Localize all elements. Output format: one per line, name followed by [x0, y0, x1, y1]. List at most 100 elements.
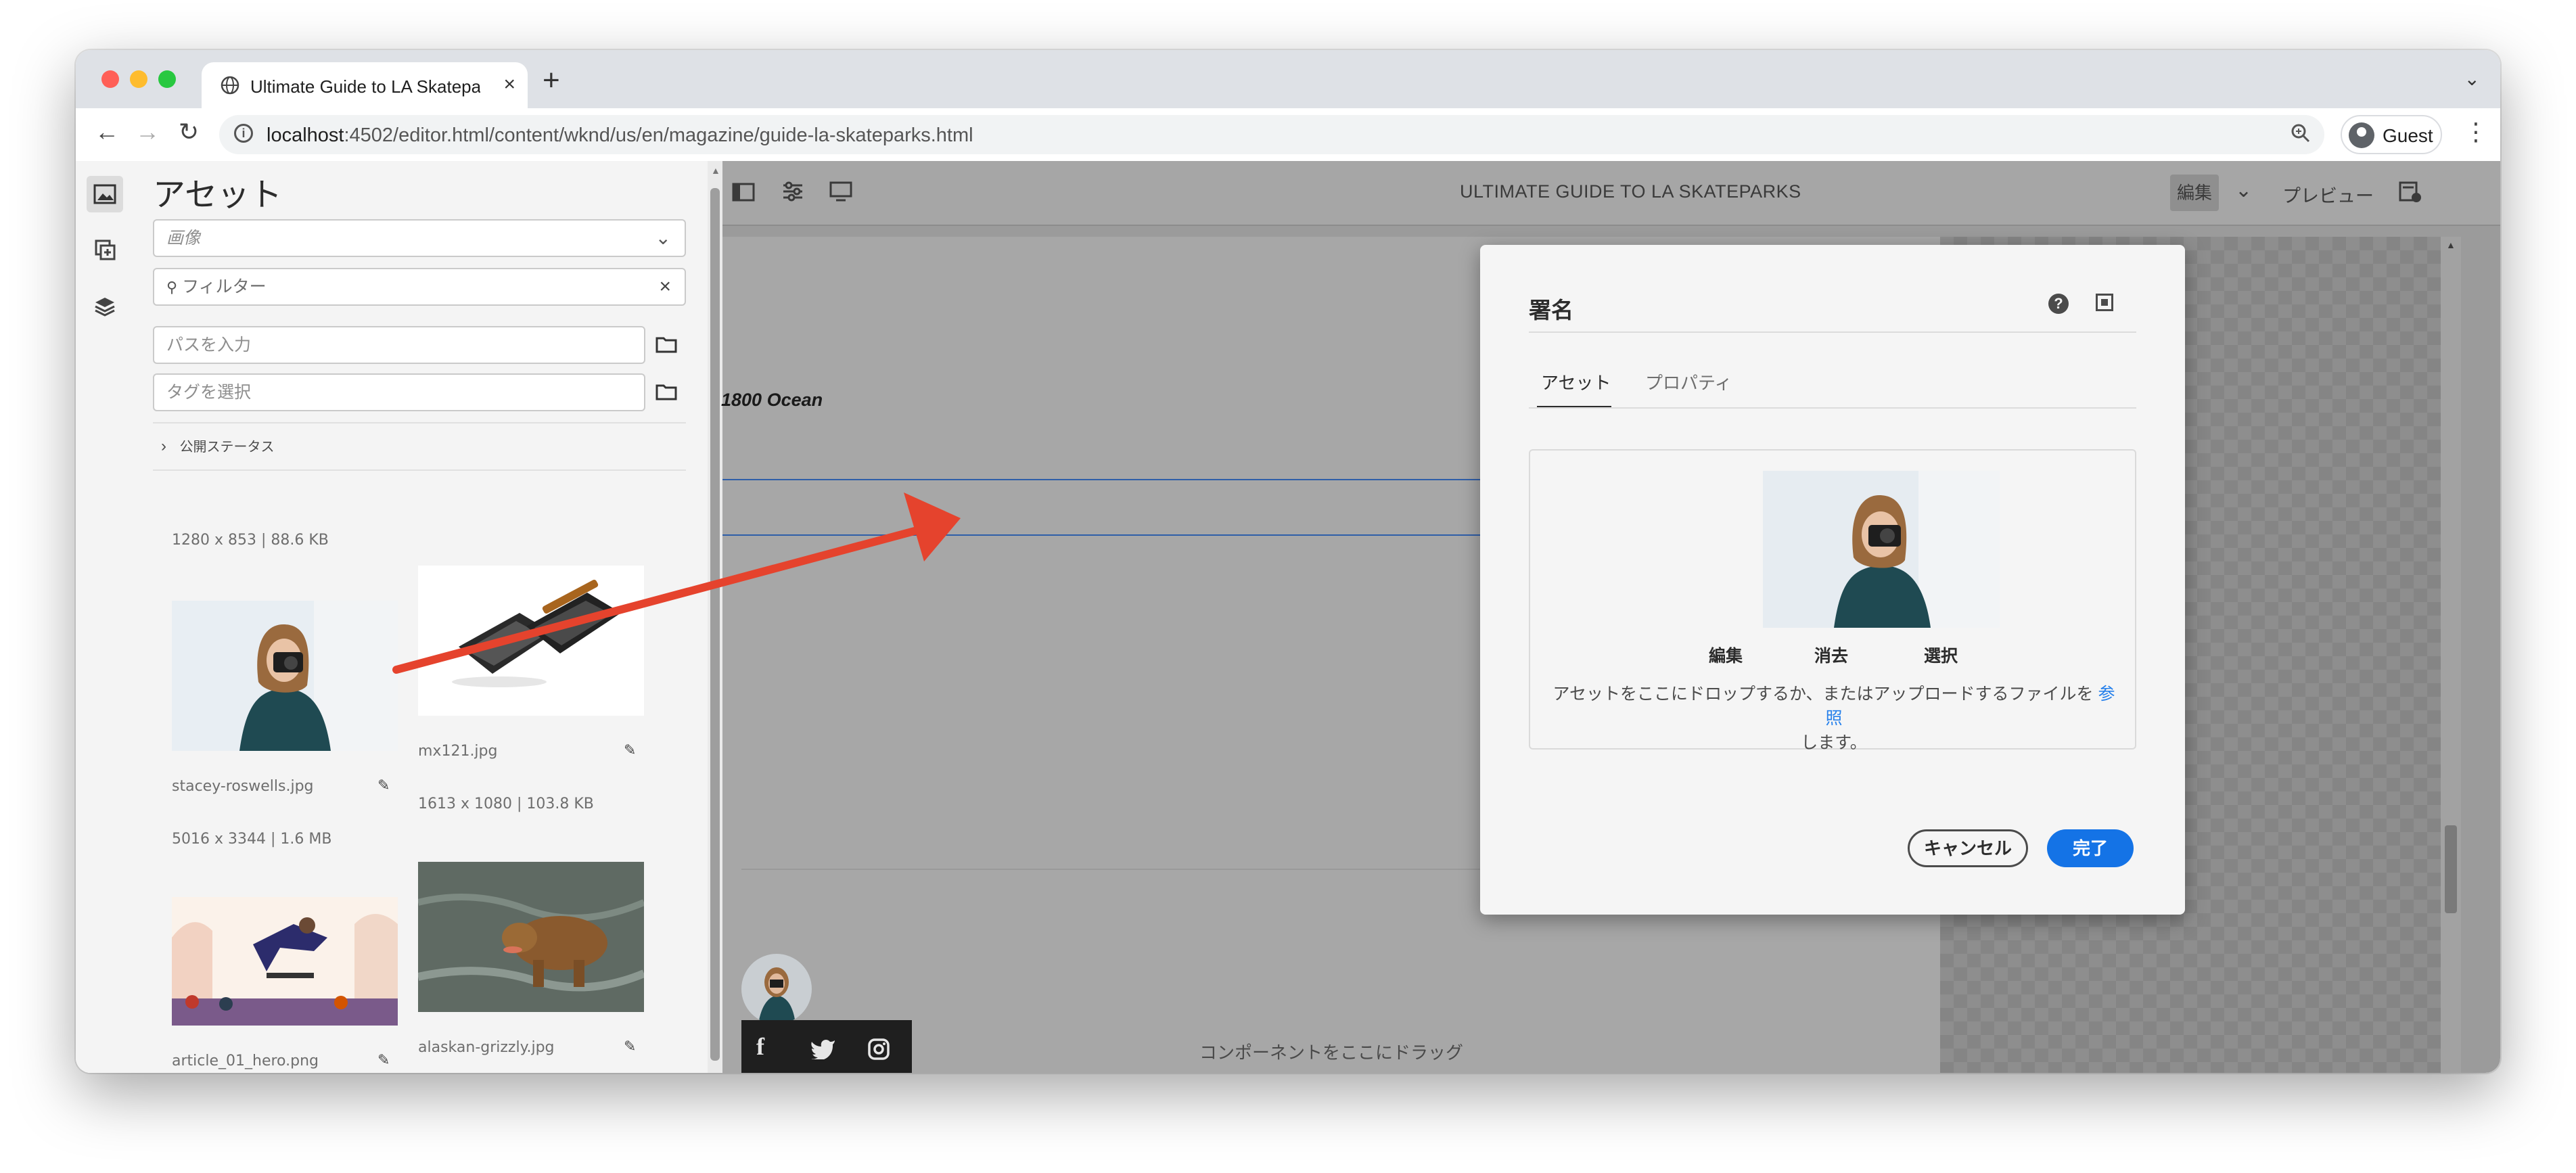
signature-dialog: 署名 ? アセット プロパティ 編集 消去 選択 アセットをここにドロップするか…	[1480, 245, 2185, 915]
edit-asset-pencil-icon[interactable]: ✎	[377, 777, 390, 794]
fullscreen-icon[interactable]	[2096, 294, 2113, 311]
filter-input[interactable]: ⚲ フィルター ×	[153, 268, 686, 306]
tab-title: Ultimate Guide to LA Skateparks	[250, 76, 480, 97]
edit-asset-button[interactable]: 編集	[1709, 643, 1743, 667]
url-host: localhost	[267, 124, 344, 146]
pick-asset-button[interactable]: 選択	[1924, 643, 1958, 667]
page-editor: ULTIMATE GUIDE TO LA SKATEPARKS 編集 ⌄ プレビ…	[721, 161, 2500, 1073]
preview-button[interactable]: プレビュー	[2282, 181, 2374, 208]
asset-thumbnail-pedals[interactable]	[418, 566, 644, 716]
asset-name: article_01_hero.png	[172, 1053, 319, 1070]
side-rail	[76, 161, 135, 1073]
page-properties-sliders-icon[interactable]	[782, 181, 804, 202]
asset-finder-panel: アセット 画像 ⌄ ⚲ フィルター × パスを入力 タグを選択 › 公開ステータ…	[134, 161, 722, 1073]
asset-drop-zone[interactable]: 編集 消去 選択 アセットをここにドロップするか、またはアップロードするファイル…	[1529, 449, 2136, 752]
done-button[interactable]: 完了	[2047, 829, 2134, 867]
asset-thumbnail-grizzly[interactable]	[418, 862, 644, 1012]
clear-filter-icon[interactable]: ×	[659, 269, 671, 304]
scroll-up-icon[interactable]: ▲	[711, 165, 720, 176]
asset-type-value: 画像	[166, 229, 201, 248]
forward-button[interactable]: →	[135, 118, 160, 146]
asset-thumbnail-skater[interactable]	[172, 897, 398, 1026]
panel-title: アセット	[153, 177, 283, 213]
close-window-button[interactable]	[101, 70, 119, 88]
tag-folder-icon[interactable]	[648, 373, 685, 411]
edit-asset-pencil-icon[interactable]: ✎	[624, 741, 636, 759]
asset-name: mx121.jpg	[418, 743, 498, 760]
publish-page-icon[interactable]	[2399, 181, 2422, 203]
address-bar[interactable]: i localhost:4502/editor.html/content/wkn…	[219, 115, 2324, 154]
publish-status-toggle[interactable]: › 公開ステータス	[161, 436, 275, 456]
page-content: アセット 画像 ⌄ ⚲ フィルター × パスを入力 タグを選択 › 公開ステータ…	[76, 161, 2500, 1073]
chevron-right-icon: ›	[161, 437, 166, 455]
divider	[153, 422, 686, 423]
clear-asset-button[interactable]: 消去	[1814, 643, 1848, 667]
tab-search-chevron-icon[interactable]: ⌄	[2464, 68, 2480, 90]
path-folder-icon[interactable]	[648, 326, 685, 364]
panel-scrollbar[interactable]: ▲	[708, 161, 722, 1073]
browser-toolbar: ← → ↻ i localhost:4502/editor.html/conte…	[76, 108, 2500, 162]
path-input[interactable]: パスを入力	[153, 326, 645, 364]
profile-name: Guest	[2383, 125, 2433, 146]
asset-name: alaskan-grizzly.jpg	[418, 1039, 555, 1056]
minimize-window-button[interactable]	[130, 70, 147, 88]
help-icon[interactable]: ?	[2048, 294, 2069, 314]
dialog-header-divider	[1529, 331, 2136, 333]
publish-status-label: 公開ステータス	[179, 440, 275, 455]
asset-meta: 5016 x 3344 | 1.6 MB	[172, 831, 332, 848]
page-text: 1800 Ocean	[721, 390, 823, 410]
tag-input[interactable]: タグを選択	[153, 373, 645, 411]
zoom-window-button[interactable]	[158, 70, 176, 88]
drop-instructions-end: します。	[1801, 733, 1867, 752]
edit-asset-pencil-icon[interactable]: ✎	[377, 1051, 390, 1069]
scroll-up-icon[interactable]: ▲	[2446, 239, 2456, 250]
emulator-icon[interactable]	[829, 181, 852, 202]
site-info-icon[interactable]: i	[234, 124, 253, 143]
back-button[interactable]: ←	[95, 118, 119, 146]
globe-icon	[221, 76, 239, 95]
editor-scroll-thumb[interactable]	[2445, 825, 2457, 913]
tab-properties[interactable]: プロパティ	[1645, 369, 1732, 394]
toggle-side-panel-icon[interactable]	[732, 183, 755, 202]
page-title: ULTIMATE GUIDE TO LA SKATEPARKS	[1460, 181, 1801, 202]
zoom-icon[interactable]	[2291, 123, 2311, 143]
editor-scrollbar[interactable]: ▲	[2441, 237, 2461, 1073]
divider	[153, 469, 686, 471]
drop-components-hint: コンポーネントをここにドラッグ	[1199, 1042, 1463, 1063]
panel-scroll-thumb[interactable]	[710, 188, 720, 1061]
selected-asset-preview	[1763, 471, 2000, 628]
chevron-down-icon: ⌄	[655, 227, 671, 248]
cancel-button[interactable]: キャンセル	[1908, 829, 2028, 867]
asset-meta: 1280 x 853 | 88.6 KB	[172, 532, 329, 549]
tab-asset[interactable]: アセット	[1541, 369, 1611, 394]
asset-type-select[interactable]: 画像 ⌄	[153, 219, 686, 257]
new-tab-button[interactable]: +	[543, 64, 560, 97]
reload-button[interactable]: ↻	[179, 118, 199, 146]
avatar-icon	[2349, 122, 2374, 148]
url-path: :4502/editor.html/content/wknd/us/en/mag…	[344, 124, 973, 146]
url-text: localhost:4502/editor.html/content/wknd/…	[267, 124, 973, 147]
drop-instructions: アセットをここにドロップするか、またはアップロードするファイルを 参照 します。	[1550, 682, 2117, 755]
dialog-title: 署名	[1529, 298, 1573, 323]
profile-button[interactable]: Guest	[2341, 115, 2442, 154]
tab-divider	[1529, 407, 2136, 409]
drop-instructions-text: アセットをここにドロップするか、またはアップロードするファイルを	[1552, 685, 2094, 704]
search-icon: ⚲	[166, 279, 178, 296]
browser-window: Ultimate Guide to LA Skateparks × + ⌄ ← …	[76, 50, 2500, 1073]
path-placeholder: パスを入力	[166, 336, 252, 354]
editor-toolbar: ULTIMATE GUIDE TO LA SKATEPARKS 編集 ⌄ プレビ…	[722, 161, 2500, 226]
browser-menu-icon[interactable]: ⋮	[2464, 118, 2488, 146]
chevron-down-icon[interactable]: ⌄	[2235, 179, 2252, 202]
browser-tab[interactable]: Ultimate Guide to LA Skateparks ×	[202, 62, 528, 108]
edit-asset-pencil-icon[interactable]: ✎	[624, 1038, 636, 1055]
mode-select-button[interactable]: 編集	[2170, 175, 2219, 211]
asset-name: stacey-roswells.jpg	[172, 778, 314, 795]
close-tab-icon[interactable]: ×	[503, 73, 515, 96]
components-rail-icon[interactable]	[87, 231, 123, 268]
author-avatar	[741, 954, 812, 1024]
content-tree-rail-icon[interactable]	[87, 288, 123, 325]
asset-thumbnail-stacey[interactable]	[172, 601, 398, 751]
tab-bar: Ultimate Guide to LA Skateparks × + ⌄	[76, 50, 2500, 108]
assets-rail-icon[interactable]	[87, 176, 123, 212]
asset-meta: 1613 x 1080 | 103.8 KB	[418, 796, 594, 812]
